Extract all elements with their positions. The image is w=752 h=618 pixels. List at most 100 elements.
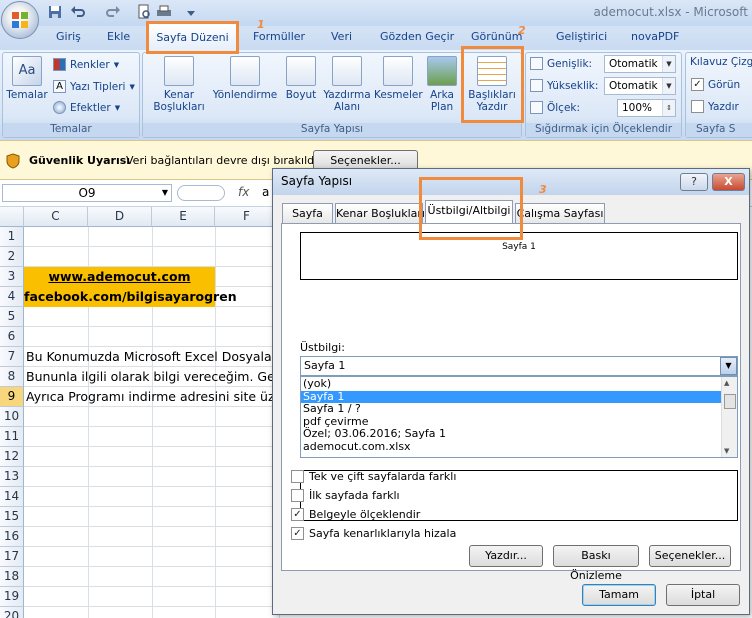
check-kenarliklar[interactable]: ✓ Sayfa kenarlıklarıyla hizala: [291, 527, 456, 540]
column-header-c[interactable]: C: [24, 207, 88, 227]
boyut-button[interactable]: Boyut: [282, 56, 320, 101]
select-all-corner[interactable]: [0, 207, 24, 227]
formula-content[interactable]: a: [262, 185, 269, 199]
row-header[interactable]: 20: [0, 607, 24, 618]
cell-c4[interactable]: facebook.com/bilgisayarogren: [24, 287, 237, 307]
iptal-button[interactable]: İptal: [666, 584, 740, 606]
tab-gorunum[interactable]: Görünüm: [471, 30, 522, 43]
tab-sayfa[interactable]: Sayfa: [282, 203, 333, 224]
yazdir-button[interactable]: Yazdır...: [469, 545, 543, 567]
olcek-spinner[interactable]: 100% ⇕: [617, 99, 676, 117]
gorunum-check[interactable]: ✓ Görün: [691, 78, 740, 91]
scroll-up-icon[interactable]: ▲: [724, 379, 729, 387]
help-button[interactable]: ?: [680, 173, 708, 191]
column-header-f[interactable]: F: [215, 207, 279, 227]
cell-c8[interactable]: Bununla ilgili olarak bilgi vereceğim. G…: [26, 367, 280, 387]
row-header[interactable]: 14: [0, 487, 24, 507]
cell-c9[interactable]: Ayrıca Programı indirme adresini site üz…: [26, 387, 282, 407]
row-header[interactable]: 13: [0, 467, 24, 487]
efektler-button[interactable]: Efektler ▼: [53, 101, 120, 114]
row-header[interactable]: 6: [0, 327, 24, 347]
chevron-down-icon[interactable]: ▼: [720, 357, 737, 375]
cell-c7[interactable]: Bu Konumuzda Microsoft Excel Dosyalar: [26, 347, 277, 367]
yazi-tipleri-button[interactable]: A Yazı Tipleri ▼: [53, 80, 135, 93]
ustbilgi-dropdown[interactable]: Sayfa 1 ▼: [300, 356, 738, 376]
row-header[interactable]: 19: [0, 587, 24, 607]
annotation-1: 1: [257, 18, 265, 31]
print-icon[interactable]: [156, 4, 172, 20]
save-icon[interactable]: [47, 4, 63, 20]
check-belgeyle[interactable]: ✓ Belgeyle ölçeklendir: [291, 508, 420, 521]
row-header[interactable]: 12: [0, 447, 24, 467]
spinner-icon: ⇕: [662, 100, 675, 116]
chevron-down-icon: ▼: [161, 188, 168, 197]
tab-calisma-sayfasi[interactable]: Çalışma Sayfası: [515, 203, 605, 224]
worksheet[interactable]: C D E F www.ademocut.com facebook.com/bi…: [0, 207, 290, 618]
fx-icon[interactable]: fx: [238, 185, 249, 199]
grid-line: [24, 466, 290, 467]
row-header[interactable]: 3: [0, 267, 24, 287]
row-header[interactable]: 11: [0, 427, 24, 447]
row-header[interactable]: 18: [0, 567, 24, 587]
check-ilk-sayfa[interactable]: İlk sayfada farklı: [291, 489, 400, 502]
close-icon[interactable]: X: [712, 173, 745, 191]
tab-kenar-bosluklari[interactable]: Kenar Boşlukları: [335, 203, 425, 224]
dropdown-option[interactable]: ademocut.com.xlsx: [301, 440, 721, 454]
yonlendirme-button[interactable]: Yönlendirme: [212, 56, 278, 101]
margins-icon: [164, 56, 194, 86]
tab-ekle[interactable]: Ekle: [107, 30, 130, 43]
row-header[interactable]: 17: [0, 547, 24, 567]
baski-onizleme-button[interactable]: Baskı Önizleme: [553, 545, 639, 582]
temalar-button[interactable]: Aa Temalar: [5, 56, 49, 101]
options: (yok) Sayfa 1 Sayfa 1 / ? pdf çevirme Özel;…: [301, 377, 721, 454]
redo-icon[interactable]: [105, 4, 121, 20]
tamam-button[interactable]: Tamam: [582, 584, 656, 606]
scrollbar[interactable]: ▲ ▼: [721, 377, 737, 457]
yazdir-check[interactable]: Yazdır: [691, 100, 739, 113]
tab-gozden-gecir[interactable]: Gözden Geçir: [380, 30, 454, 43]
scrollbar-thumb[interactable]: [724, 394, 736, 409]
row-header[interactable]: 10: [0, 407, 24, 427]
check-tek-cift[interactable]: Tek ve çift sayfalarda farklı: [291, 470, 456, 483]
row-header[interactable]: 5: [0, 307, 24, 327]
row-header[interactable]: 7: [0, 347, 24, 367]
ustbilgi-options-list[interactable]: (yok) Sayfa 1 Sayfa 1 / ? pdf çevirme Özel;…: [300, 376, 738, 458]
row-header[interactable]: 1: [0, 227, 24, 247]
formula-separator[interactable]: [177, 185, 225, 201]
column-header-d[interactable]: D: [88, 207, 152, 227]
column-header-e[interactable]: E: [152, 207, 215, 227]
tab-veri[interactable]: Veri: [331, 30, 352, 43]
print-area-icon: [332, 56, 362, 86]
kesmeler-button[interactable]: Kesmeler: [374, 56, 423, 101]
arka-plan-button[interactable]: Arka Plan: [424, 56, 460, 113]
dropdown-option[interactable]: Sayfa 1: [301, 390, 721, 403]
renkler-button[interactable]: Renkler ▼: [53, 58, 119, 71]
tab-novapdf[interactable]: novaPDF: [631, 30, 679, 43]
tab-formuller[interactable]: Formüller: [253, 30, 305, 43]
tab-sayfa-duzeni[interactable]: Sayfa Düzeni: [146, 21, 239, 54]
yukseklik-combo[interactable]: Otomatik ▼: [604, 77, 676, 95]
genislik-combo[interactable]: Otomatik ▼: [604, 55, 676, 73]
row-header[interactable]: 9: [0, 387, 24, 407]
row-header[interactable]: 15: [0, 507, 24, 527]
cell-c3[interactable]: www.ademocut.com: [24, 267, 215, 287]
secenekler-button[interactable]: Seçenekler...: [649, 545, 731, 567]
row-header[interactable]: 4: [0, 287, 24, 307]
colors-icon: [53, 58, 66, 71]
dropdown-option[interactable]: (yok): [301, 377, 721, 391]
office-button[interactable]: [1, 1, 39, 39]
scroll-down-icon[interactable]: ▼: [724, 447, 729, 455]
name-box[interactable]: O9 ▼: [2, 184, 172, 202]
undo-icon[interactable]: [70, 4, 86, 20]
preview-icon[interactable]: [136, 4, 152, 20]
dropdown-option[interactable]: Sayfa 1 / ?: [301, 402, 721, 416]
tab-giris[interactable]: Giriş: [56, 30, 81, 43]
row-header[interactable]: 16: [0, 527, 24, 547]
customize-qat-icon[interactable]: [186, 4, 196, 20]
row-header[interactable]: 2: [0, 247, 24, 267]
dropdown-option[interactable]: Özel; 03.06.2016; Sayfa 1: [301, 427, 721, 441]
yazdirma-alani-button[interactable]: Yazdırma Alanı: [322, 56, 372, 113]
tab-gelistirici[interactable]: Geliştirici: [556, 30, 607, 43]
kenar-bosluklari-button[interactable]: Kenar Boşlukları: [149, 56, 209, 113]
row-header[interactable]: 8: [0, 367, 24, 387]
